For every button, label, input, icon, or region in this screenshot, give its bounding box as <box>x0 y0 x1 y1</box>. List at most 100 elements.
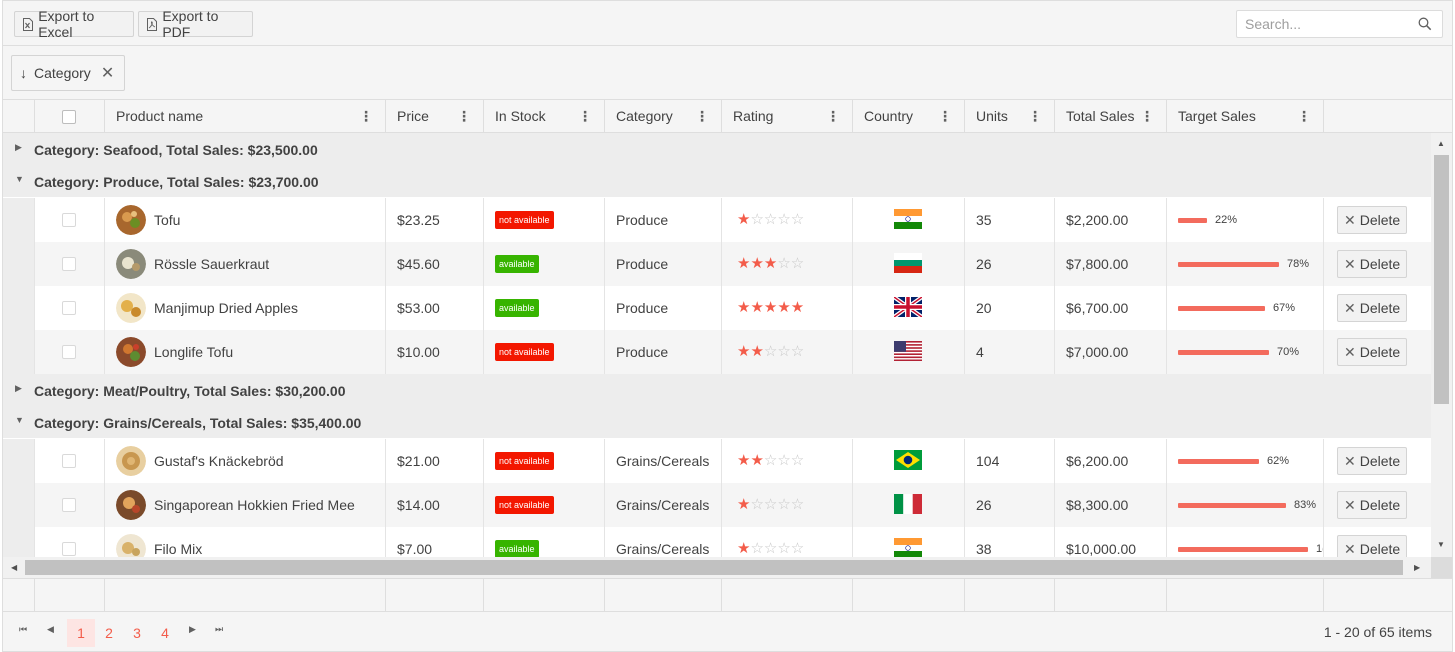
product-image <box>116 534 146 557</box>
scroll-left-icon[interactable]: ◀ <box>11 563 17 572</box>
horizontal-scrollbar[interactable]: ◀ ▶ <box>3 557 1431 578</box>
target-percent-label: 62% <box>1267 455 1290 467</box>
header-target-sales[interactable]: Target Sales ⋮ <box>1166 100 1323 133</box>
scroll-down-icon[interactable]: ▼ <box>1437 540 1445 549</box>
first-page-icon[interactable]: ⏮ <box>19 624 27 635</box>
column-menu-icon[interactable]: ⋮ <box>359 100 373 132</box>
row-checkbox[interactable] <box>62 498 76 512</box>
close-icon[interactable]: ✕ <box>101 63 114 83</box>
collapse-arrow-icon[interactable]: ▼ <box>15 415 24 425</box>
target-progress-bar <box>1178 306 1265 311</box>
grid-header: Product name ⋮ Price ⋮ In Stock ⋮ Category ⋮… <box>3 100 1452 133</box>
search-icon[interactable] <box>1418 17 1432 34</box>
group-row-grains-cereals[interactable]: ▼ Category: Grains/Cereals, Total Sales:… <box>3 406 1431 438</box>
column-menu-icon[interactable]: ⋮ <box>457 100 471 132</box>
header-total-sales[interactable]: Total Sales ⋮ <box>1054 100 1166 133</box>
column-menu-icon[interactable]: ⋮ <box>1297 100 1311 132</box>
delete-button[interactable]: ✕ Delete <box>1337 294 1407 322</box>
select-all-checkbox[interactable] <box>62 110 76 124</box>
header-units[interactable]: Units ⋮ <box>964 100 1054 133</box>
delete-button[interactable]: ✕ Delete <box>1337 491 1407 519</box>
row-checkbox[interactable] <box>62 301 76 315</box>
search-box <box>1236 10 1443 38</box>
expand-arrow-icon[interactable]: ▶ <box>15 383 22 394</box>
page-button-3[interactable]: 3 <box>123 619 151 647</box>
row-checkbox[interactable] <box>62 454 76 468</box>
target-sales-cell: 62% <box>1166 439 1323 483</box>
table-row[interactable]: Singaporean Hokkien Fried Mee $14.00 not… <box>3 483 1431 527</box>
sort-descending-icon[interactable]: ↓ <box>20 65 27 81</box>
column-menu-icon[interactable]: ⋮ <box>826 100 840 132</box>
row-checkbox[interactable] <box>62 542 76 556</box>
header-product-name[interactable]: Product name ⋮ <box>104 100 385 133</box>
row-checkbox[interactable] <box>62 257 76 271</box>
usa-flag-icon <box>894 341 922 361</box>
group-chip-category[interactable]: ↓ Category ✕ <box>11 55 125 91</box>
page-button-1[interactable]: 1 <box>67 619 95 647</box>
last-page-icon[interactable]: ⏭ <box>215 624 223 635</box>
export-excel-button[interactable]: Export to Excel <box>14 8 134 40</box>
table-row[interactable]: Filo Mix $7.00 available Grains/Cereals … <box>3 527 1431 557</box>
header-country[interactable]: Country ⋮ <box>852 100 964 133</box>
vertical-scrollbar[interactable]: ▲ ▼ <box>1431 133 1452 557</box>
group-row-produce[interactable]: ▼ Category: Produce, Total Sales: $23,70… <box>3 165 1431 197</box>
table-row[interactable]: Tofu $23.25 not available Produce ★☆☆☆☆ … <box>3 198 1431 242</box>
scroll-up-icon[interactable]: ▲ <box>1437 139 1445 148</box>
export-pdf-button[interactable]: Export to PDF <box>138 8 253 40</box>
collapse-arrow-icon[interactable]: ▼ <box>15 174 24 184</box>
delete-button[interactable]: ✕ Delete <box>1337 338 1407 366</box>
column-menu-icon[interactable]: ⋮ <box>695 100 709 132</box>
status-badge: not available <box>495 211 554 229</box>
table-row[interactable]: Manjimup Dried Apples $53.00 available P… <box>3 286 1431 330</box>
close-icon: ✕ <box>1344 256 1356 272</box>
country-cell <box>852 242 964 286</box>
product-image <box>116 490 146 520</box>
close-icon: ✕ <box>1344 541 1356 557</box>
header-price[interactable]: Price ⋮ <box>385 100 483 133</box>
stock-cell: available <box>483 286 604 330</box>
delete-button[interactable]: ✕ Delete <box>1337 250 1407 278</box>
target-percent-label: 1( <box>1316 543 1323 555</box>
price-cell: $53.00 <box>385 286 483 330</box>
expand-arrow-icon[interactable]: ▶ <box>15 142 22 153</box>
stock-cell: not available <box>483 439 604 483</box>
page-button-2[interactable]: 2 <box>95 619 123 647</box>
country-cell <box>852 330 964 374</box>
delete-button[interactable]: ✕ Delete <box>1337 447 1407 475</box>
horizontal-scroll-thumb[interactable] <box>25 560 1403 575</box>
page-button-4[interactable]: 4 <box>151 619 179 647</box>
header-category[interactable]: Category ⋮ <box>604 100 721 133</box>
country-cell <box>852 439 964 483</box>
delete-button[interactable]: ✕ Delete <box>1337 535 1407 557</box>
row-checkbox[interactable] <box>62 345 76 359</box>
category-cell: Produce <box>604 242 721 286</box>
column-menu-icon[interactable]: ⋮ <box>578 100 592 132</box>
close-icon: ✕ <box>1344 212 1356 228</box>
target-sales-cell: 67% <box>1166 286 1323 330</box>
previous-page-icon[interactable]: ◀ <box>47 624 54 635</box>
india-flag-icon <box>894 209 922 229</box>
units-cell: 26 <box>964 483 1054 527</box>
delete-button[interactable]: ✕ Delete <box>1337 206 1407 234</box>
table-row[interactable]: Gustaf's Knäckebröd $21.00 not available… <box>3 439 1431 483</box>
target-progress-bar <box>1178 459 1259 464</box>
header-rating[interactable]: Rating ⋮ <box>721 100 852 133</box>
table-row[interactable]: Rössle Sauerkraut $45.60 available Produ… <box>3 242 1431 286</box>
header-in-stock[interactable]: In Stock ⋮ <box>483 100 604 133</box>
search-input[interactable] <box>1245 16 1405 32</box>
group-row-seafood[interactable]: ▶ Category: Seafood, Total Sales: $23,50… <box>3 133 1431 165</box>
column-menu-icon[interactable]: ⋮ <box>938 100 952 132</box>
scroll-right-icon[interactable]: ▶ <box>1414 563 1420 572</box>
vertical-scroll-thumb[interactable] <box>1434 155 1449 404</box>
excel-file-icon <box>21 17 34 31</box>
column-menu-icon[interactable]: ⋮ <box>1028 100 1042 132</box>
table-row[interactable]: Longlife Tofu $10.00 not available Produ… <box>3 330 1431 374</box>
rating-cell: ★☆☆☆☆ <box>721 198 852 242</box>
group-row-meat-poultry[interactable]: ▶ Category: Meat/Poultry, Total Sales: $… <box>3 374 1431 406</box>
group-panel: ↓ Category ✕ <box>3 46 1452 100</box>
export-pdf-label: Export to PDF <box>162 8 219 40</box>
rating-cell: ★★★★★ <box>721 286 852 330</box>
column-menu-icon[interactable]: ⋮ <box>1140 100 1154 132</box>
next-page-icon[interactable]: ▶ <box>189 624 196 635</box>
row-checkbox[interactable] <box>62 213 76 227</box>
